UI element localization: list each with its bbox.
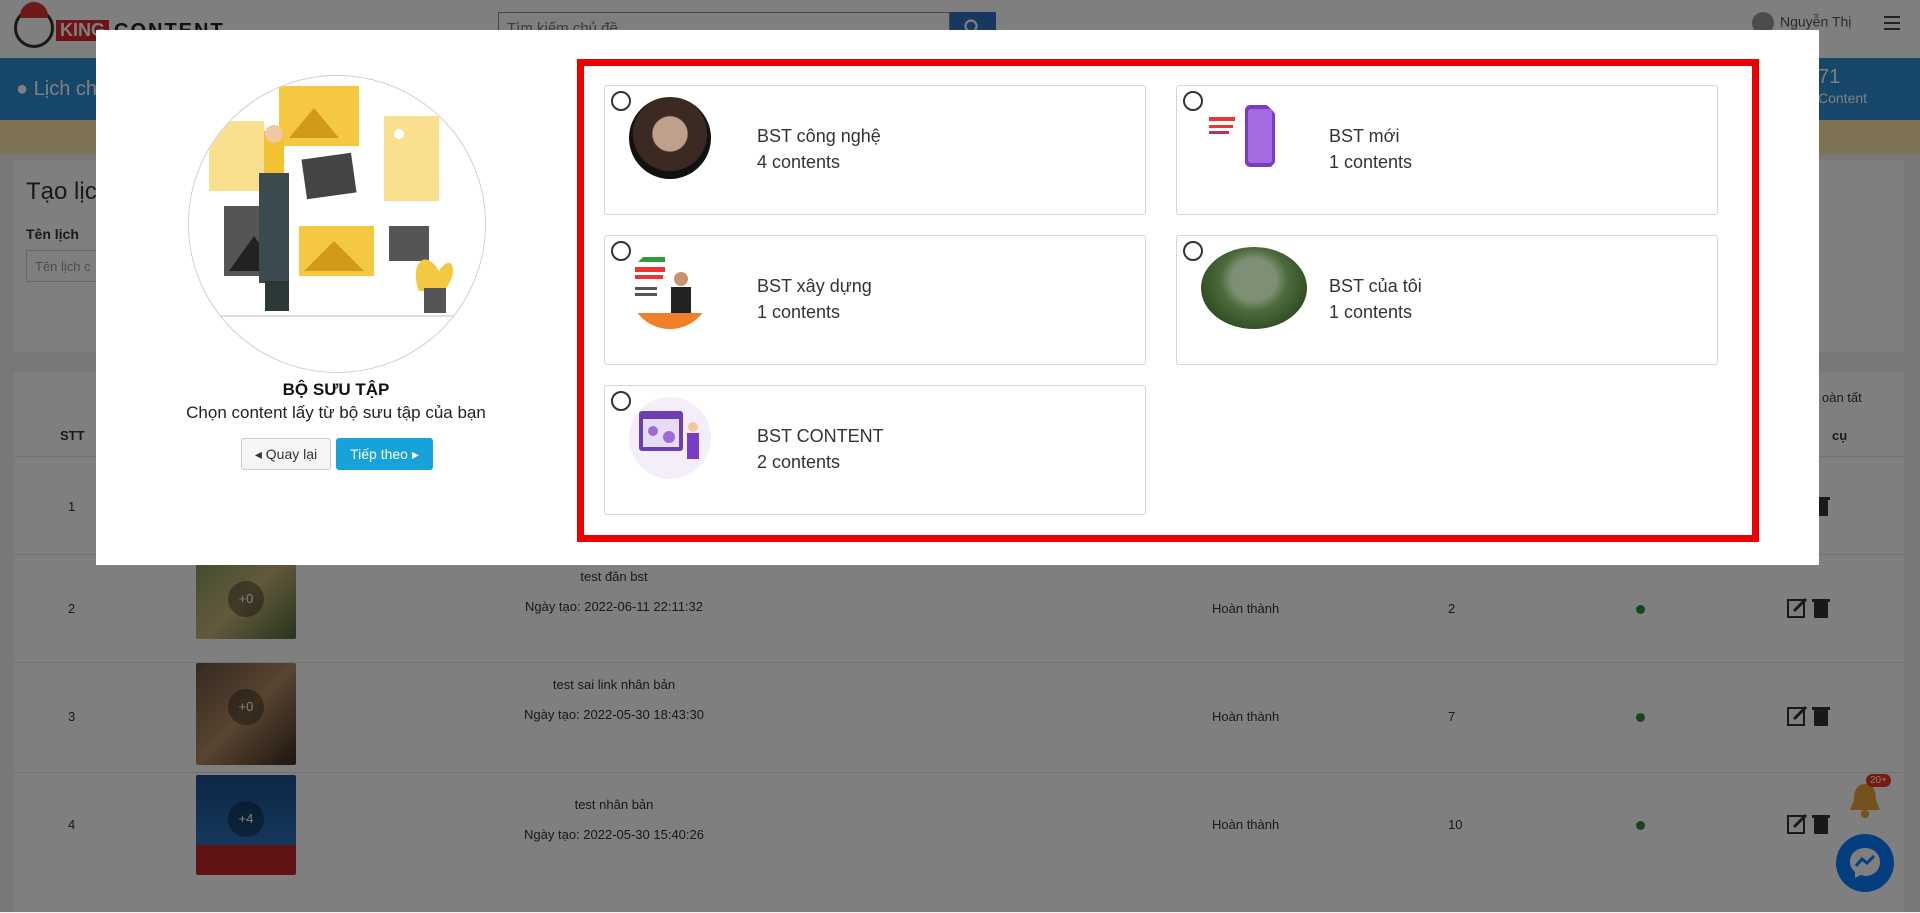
collection-name: BST xây dựng	[757, 276, 872, 296]
collection-count: 4 contents	[757, 152, 841, 172]
collection-illustration	[188, 75, 486, 373]
collection-name: BST CONTENT	[757, 426, 884, 446]
collection-card-content[interactable]: BST CONTENT 2 contents	[604, 385, 1146, 515]
back-button[interactable]: ◂ Quay lại	[241, 438, 331, 470]
back-button-label: Quay lại	[265, 446, 318, 462]
collection-thumbnail	[1201, 97, 1283, 179]
collection-count: 2 contents	[757, 452, 841, 472]
collection-radio[interactable]	[1183, 91, 1203, 111]
collection-thumbnail	[629, 397, 711, 479]
collection-card-moi[interactable]: BST mới 1 contents	[1176, 85, 1718, 215]
collection-name: BST mới	[1329, 126, 1400, 146]
collection-thumbnail	[1201, 247, 1307, 329]
collection-picker-modal: BỘ SƯU TẬP Chọn content lấy từ bộ sưu tậ…	[96, 30, 1819, 565]
caret-right-icon: ▸	[411, 446, 419, 462]
collection-thumbnail	[629, 247, 711, 329]
collection-name: BST công nghệ	[757, 126, 881, 146]
collection-count: 1 contents	[757, 302, 841, 322]
collection-radio[interactable]	[1183, 241, 1203, 261]
modal-subtitle: Chọn content lấy từ bộ sưu tập của bạn	[186, 403, 486, 422]
collection-thumbnail	[629, 97, 711, 179]
collection-card-cong-nghe[interactable]: BST công nghệ 4 contents	[604, 85, 1146, 215]
collection-card-xay-dung[interactable]: BST xây dựng 1 contents	[604, 235, 1146, 365]
next-button[interactable]: Tiếp theo ▸	[336, 438, 433, 470]
collection-name: BST của tôi	[1329, 276, 1422, 296]
collection-radio[interactable]	[611, 91, 631, 111]
next-button-label: Tiếp theo	[350, 446, 408, 462]
caret-left-icon: ◂	[254, 446, 262, 462]
collection-radio[interactable]	[611, 241, 631, 261]
collection-card-cua-toi[interactable]: BST của tôi 1 contents	[1176, 235, 1718, 365]
collection-radio[interactable]	[611, 391, 631, 411]
modal-title: BỘ SƯU TẬP	[282, 380, 390, 399]
collection-count: 1 contents	[1329, 302, 1413, 322]
collection-count: 1 contents	[1329, 152, 1413, 172]
